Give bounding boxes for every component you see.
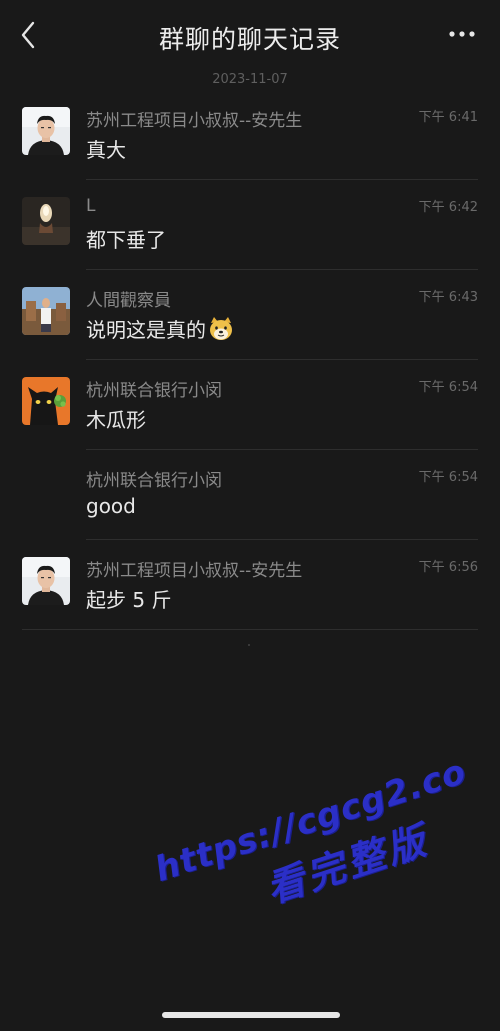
outdoor-photo-avatar-icon [22, 287, 70, 335]
sender-name: 苏州工程项目小叔叔--安先生 [86, 111, 303, 131]
message-time: 下午 6:54 [418, 470, 478, 485]
divider [22, 629, 478, 630]
sender-name: 人間觀察員 [86, 291, 171, 311]
message-time: 下午 6:56 [418, 560, 478, 575]
more-dots-icon [449, 31, 475, 37]
avatar[interactable] [22, 377, 70, 425]
message-text: 真大 [86, 138, 126, 162]
message-list: 苏州工程项目小叔叔--安先生 下午 6:41 真大 L 下午 6:42 都下垂了 [0, 90, 500, 630]
more-button[interactable] [448, 24, 478, 44]
message-item[interactable]: 苏州工程项目小叔叔--安先生 下午 6:41 真大 [0, 90, 500, 180]
sender-name: 苏州工程项目小叔叔--安先生 [86, 561, 303, 581]
date-label: 2023-11-07 [212, 72, 288, 87]
page-title: 群聊的聊天记录 [158, 25, 341, 54]
sender-name: 杭州联合银行小闵 [86, 381, 222, 401]
message-text: 木瓜形 [86, 408, 146, 432]
message-text: good [86, 494, 136, 518]
home-indicator[interactable] [162, 1012, 340, 1018]
man-avatar-icon [22, 107, 70, 155]
message-item[interactable]: L 下午 6:42 都下垂了 [0, 180, 500, 270]
sender-name: L [86, 196, 96, 216]
message-time: 下午 6:42 [418, 200, 478, 215]
doge-emoji-icon [208, 317, 234, 346]
avatar[interactable] [22, 557, 70, 605]
man-avatar-icon [22, 557, 70, 605]
watermark: https://cgcg2.co 看完整版 [150, 752, 489, 945]
dark-photo-avatar-icon [22, 197, 70, 245]
sender-name: 杭州联合银行小闵 [86, 471, 222, 491]
avatar[interactable] [22, 197, 70, 245]
message-time: 下午 6:43 [418, 290, 478, 305]
message-text: 说明这是真的 [86, 314, 234, 346]
top-bar: 群聊的聊天记录 [0, 0, 500, 68]
message-time: 下午 6:41 [418, 110, 478, 125]
avatar[interactable] [22, 107, 70, 155]
message-text: 起步 5 斤 [86, 588, 172, 612]
message-item[interactable]: 杭州联合银行小闵 下午 6:54 木瓜形 [0, 360, 500, 450]
scroll-dot [248, 644, 250, 646]
message-item[interactable]: 人間觀察員 下午 6:43 说明这是真的 [0, 270, 500, 360]
black-cat-avatar-icon [22, 377, 70, 425]
message-item[interactable]: 杭州联合银行小闵 下午 6:54 good [0, 450, 500, 540]
message-text-content: 说明这是真的 [86, 318, 206, 342]
message-item[interactable]: 苏州工程项目小叔叔--安先生 下午 6:56 起步 5 斤 [0, 540, 500, 630]
message-time: 下午 6:54 [418, 380, 478, 395]
message-text: 都下垂了 [86, 228, 166, 252]
avatar[interactable] [22, 287, 70, 335]
